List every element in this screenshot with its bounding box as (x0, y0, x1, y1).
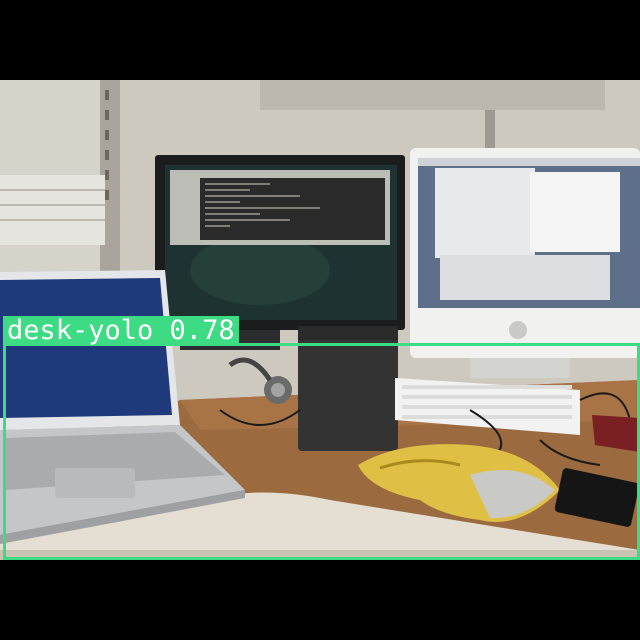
detection-box (3, 343, 640, 560)
shelf-underside (260, 80, 605, 110)
wall-vent (0, 175, 105, 245)
detection-label: desk-yolo 0.78 (3, 316, 239, 346)
